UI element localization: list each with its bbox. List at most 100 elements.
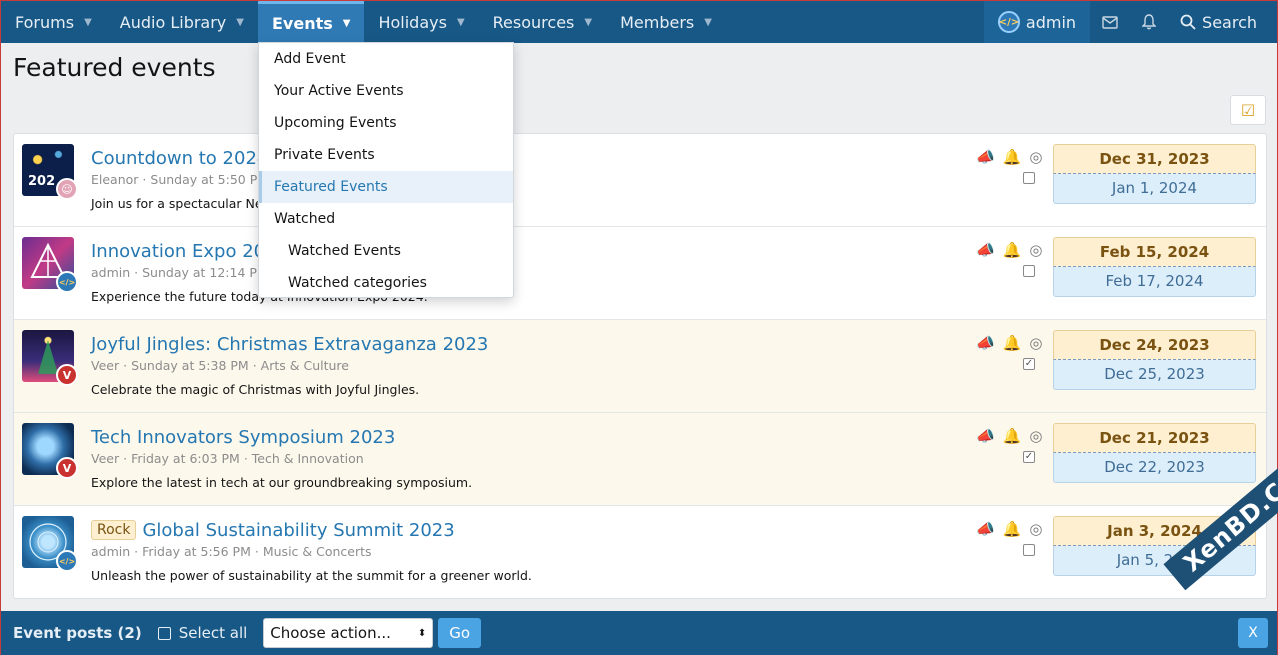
- event-prefix[interactable]: Rock: [91, 520, 137, 540]
- username: admin: [1025, 12, 1077, 32]
- event-author[interactable]: Veer: [91, 358, 119, 373]
- select-all-toggle[interactable]: Select all: [157, 624, 247, 642]
- meta-separator: ·: [254, 544, 259, 559]
- tab-label: Resources: [492, 12, 575, 32]
- event-dates: Feb 15, 2024 Feb 17, 2024: [1053, 237, 1256, 297]
- tab-members[interactable]: Members ▼: [606, 1, 726, 43]
- events-dropdown-menu: Add Event Your Active Events Upcoming Ev…: [258, 42, 514, 298]
- megaphone-icon: 📣: [976, 241, 995, 259]
- tab-label: Events: [271, 14, 333, 33]
- select-checkbox[interactable]: [1023, 172, 1035, 184]
- tab-resources[interactable]: Resources ▼: [479, 1, 606, 43]
- go-button[interactable]: Go: [438, 618, 482, 648]
- close-button[interactable]: X: [1238, 618, 1268, 648]
- avatar[interactable]: V: [56, 457, 78, 479]
- event-row: </> Innovation Expo 2024 admin · Sunday …: [14, 227, 1266, 320]
- start-date: Dec 31, 2023: [1053, 144, 1256, 174]
- menu-item-upcoming-events[interactable]: Upcoming Events: [259, 107, 513, 139]
- chevron-down-icon[interactable]: ▼: [584, 17, 592, 28]
- tab-audio-library[interactable]: Audio Library ▼: [106, 1, 258, 43]
- event-category[interactable]: Tech & Innovation: [252, 451, 364, 466]
- event-time[interactable]: Sunday at 12:14 PM: [142, 265, 268, 280]
- event-row: </> Rock Global Sustainability Summit 202…: [14, 506, 1266, 599]
- event-time[interactable]: Sunday at 5:38 PM: [131, 358, 249, 373]
- menu-item-private-events[interactable]: Private Events: [259, 139, 513, 171]
- select-checkbox[interactable]: ✓: [1023, 358, 1035, 370]
- event-time[interactable]: Friday at 6:03 PM: [131, 451, 240, 466]
- event-title-link[interactable]: Global Sustainability Summit 2023: [142, 520, 454, 541]
- tab-label: Audio Library: [119, 12, 227, 32]
- avatar[interactable]: V: [56, 364, 78, 386]
- menu-item-featured-events[interactable]: Featured Events: [259, 171, 513, 203]
- meta-separator: ·: [123, 451, 128, 466]
- avatar[interactable]: ☺: [56, 178, 78, 200]
- select-checkbox[interactable]: ✓: [1023, 451, 1035, 463]
- event-time[interactable]: Sunday at 5:50 PM: [150, 172, 268, 187]
- check-circle-icon[interactable]: ◎: [1029, 334, 1042, 352]
- event-list: 202 ☺ Countdown to 2024: Eleanor · Sunda…: [13, 133, 1267, 599]
- event-author[interactable]: Eleanor: [91, 172, 138, 187]
- checkbox-icon[interactable]: [157, 626, 171, 640]
- search-label: Search: [1202, 12, 1257, 32]
- avatar[interactable]: </>: [56, 550, 78, 572]
- menu-item-watched[interactable]: Watched: [259, 203, 513, 235]
- meta-separator: ·: [123, 358, 128, 373]
- tab-forums[interactable]: Forums ▼: [1, 1, 106, 43]
- tab-holidays[interactable]: Holidays ▼: [364, 1, 478, 43]
- menu-item-watched-events[interactable]: Watched Events: [259, 235, 513, 267]
- megaphone-icon: 📣: [976, 520, 995, 538]
- chevron-down-icon[interactable]: ▼: [457, 17, 465, 28]
- event-time[interactable]: Friday at 5:56 PM: [142, 544, 251, 559]
- inline-mod-bar: Event posts (2) Select all Choose action…: [1, 611, 1277, 655]
- start-date: Feb 15, 2024: [1053, 237, 1256, 267]
- filter-button[interactable]: ☑: [1230, 95, 1266, 125]
- event-category[interactable]: Arts & Culture: [261, 358, 349, 373]
- menu-item-add-event[interactable]: Add Event: [259, 43, 513, 75]
- event-title: Rock Global Sustainability Summit 2023: [91, 520, 455, 541]
- event-title[interactable]: Countdown to 2024:: [91, 148, 274, 169]
- chevron-down-icon[interactable]: ▼: [343, 18, 351, 29]
- search-button[interactable]: Search: [1168, 1, 1277, 43]
- event-author[interactable]: admin: [91, 265, 130, 280]
- event-meta: Veer · Sunday at 5:38 PM · Arts & Cultur…: [91, 358, 349, 373]
- tab-label: Members: [620, 12, 695, 32]
- check-circle-icon[interactable]: ◎: [1029, 148, 1042, 166]
- event-actions: 📣 🔔 ◎: [976, 148, 1042, 166]
- inbox-icon[interactable]: [1090, 1, 1130, 43]
- tab-label: Holidays: [378, 12, 447, 32]
- event-title[interactable]: Tech Innovators Symposium 2023: [91, 427, 395, 448]
- event-author[interactable]: admin: [91, 544, 130, 559]
- bell-icon[interactable]: 🔔: [1003, 334, 1022, 352]
- megaphone-icon: 📣: [976, 427, 995, 445]
- avatar[interactable]: </>: [56, 271, 78, 293]
- check-circle-icon[interactable]: ◎: [1029, 520, 1042, 538]
- menu-item-your-active-events[interactable]: Your Active Events: [259, 75, 513, 107]
- menu-item-watched-categories[interactable]: Watched categories: [259, 267, 513, 299]
- bell-icon[interactable]: 🔔: [1003, 520, 1022, 538]
- event-description: Celebrate the magic of Christmas with Jo…: [91, 382, 420, 397]
- action-select[interactable]: Choose action... ⬍: [263, 618, 434, 648]
- chevron-down-icon[interactable]: ▼: [704, 17, 712, 28]
- bell-icon[interactable]: 🔔: [1003, 427, 1022, 445]
- event-title[interactable]: Joyful Jingles: Christmas Extravaganza 2…: [91, 334, 488, 355]
- event-meta: Veer · Friday at 6:03 PM · Tech & Innova…: [91, 451, 364, 466]
- check-circle-icon[interactable]: ◎: [1029, 427, 1042, 445]
- select-checkbox[interactable]: [1023, 544, 1035, 556]
- chevron-down-icon[interactable]: ▼: [236, 17, 244, 28]
- user-menu[interactable]: </> admin: [983, 1, 1091, 43]
- bell-icon[interactable]: [1130, 1, 1168, 43]
- bell-icon[interactable]: 🔔: [1003, 148, 1022, 166]
- chevron-down-icon[interactable]: ▼: [84, 17, 92, 28]
- check-circle-icon[interactable]: ◎: [1029, 241, 1042, 259]
- bell-icon[interactable]: 🔔: [1003, 241, 1022, 259]
- select-checkbox[interactable]: [1023, 265, 1035, 277]
- event-dates: Dec 21, 2023 Dec 22, 2023: [1053, 423, 1256, 483]
- tab-events[interactable]: Events ▼: [257, 1, 365, 43]
- avatar: </>: [997, 11, 1020, 33]
- top-navbar: Forums ▼ Audio Library ▼ Events ▼ Holida…: [1, 1, 1277, 43]
- event-dates: Dec 31, 2023 Jan 1, 2024: [1053, 144, 1256, 204]
- megaphone-icon: 📣: [976, 334, 995, 352]
- event-description: Unleash the power of sustainability at t…: [91, 568, 532, 583]
- event-category[interactable]: Music & Concerts: [263, 544, 372, 559]
- event-author[interactable]: Veer: [91, 451, 119, 466]
